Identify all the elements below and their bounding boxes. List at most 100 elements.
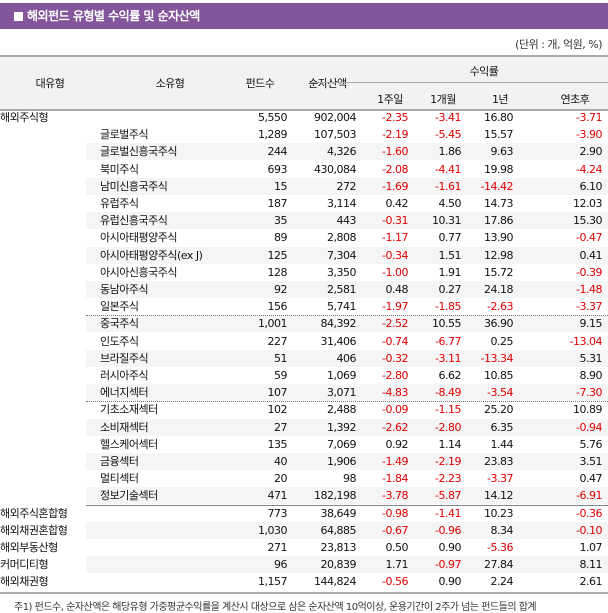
cell-assets: 2,488: [327, 403, 357, 417]
group-separator: [86, 401, 608, 403]
cell-major: 커머디티형: [0, 558, 49, 572]
cell-minor: 유럽주식: [100, 197, 139, 210]
cell-minor: 글로벌주식: [100, 128, 149, 142]
cell-y1: 23.83: [484, 455, 514, 468]
cell-count: 1,001: [258, 317, 288, 331]
cell-m1: 1.14: [438, 437, 462, 451]
cell-w1: -0.32: [382, 351, 408, 365]
cell-w1: -1.60: [382, 145, 408, 159]
cell-y1: 25.20: [484, 403, 514, 417]
cell-assets: 182,198: [314, 489, 357, 503]
cell-w1: -0.98: [382, 506, 408, 520]
table-row: 해외주식혼합형 773 38,649 -0.98 -1.41 10.23 -0.36: [0, 505, 608, 522]
cell-y1: 36.90: [484, 317, 514, 331]
cell-minor: 북미주식: [100, 162, 139, 176]
cell-ytd: 5.31: [579, 351, 603, 365]
table-row: 소비재섹터 27 1,392 -2.62 -2.80 6.35 -0.94: [0, 418, 608, 436]
table-row: 북미주식 693 430,084 -2.08 -4.41 19.98 -4.24: [0, 161, 608, 178]
cell-minor: 중국주식: [100, 317, 139, 331]
cell-m1: 1.51: [438, 248, 462, 262]
cell-assets: 64,885: [320, 523, 357, 537]
table-row: 해외부동산형 271 23,813 0.50 0.90 -5.36 1.07: [0, 539, 608, 556]
cell-m1: -3.41: [435, 111, 461, 124]
cell-y1: 24.18: [484, 283, 514, 296]
cell-count: 5,550: [258, 111, 288, 124]
cell-minor: 헬스케어섹터: [100, 437, 158, 451]
cell-w1: 0.50: [385, 541, 409, 554]
table-row: 동남아주식 92 2,581 0.48 0.27 24.18 -1.48: [0, 281, 608, 298]
cell-count: 59: [274, 369, 288, 382]
cell-y1: 2.24: [490, 575, 514, 589]
cell-ytd: 9.15: [579, 317, 603, 331]
cell-w1: -1.97: [382, 300, 408, 314]
cell-w1: -1.00: [382, 265, 408, 279]
cell-minor: 일본주식: [100, 300, 139, 314]
cell-ytd: 15.30: [573, 214, 603, 228]
cell-assets: 23,813: [320, 541, 357, 554]
cell-w1: -0.67: [382, 523, 408, 537]
cell-y1: -14.42: [480, 179, 514, 193]
cell-minor: 인도주식: [100, 334, 139, 348]
cell-m1: -1.15: [435, 403, 461, 417]
unit-label: (단위 : 개, 억원, %): [515, 38, 602, 51]
cell-count: 1,030: [258, 523, 288, 537]
cell-m1: -5.87: [435, 489, 461, 503]
cell-ytd: -0.10: [576, 523, 602, 537]
cell-minor: 정보기술섹터: [100, 489, 158, 503]
cell-w1: 0.42: [385, 197, 409, 210]
cell-minor: 러시아주식: [100, 369, 149, 382]
cell-count: 35: [274, 214, 288, 228]
table-row: 글로벌신흥국주식 244 4,326 -1.60 1.86 9.63 2.90: [0, 143, 608, 161]
cell-assets: 144,824: [314, 575, 357, 589]
cell-count: 20: [274, 472, 288, 486]
cell-minor: 아시아신흥국주식: [100, 265, 177, 279]
cell-count: 40: [274, 455, 288, 468]
cell-assets: 272: [336, 179, 357, 193]
cell-ytd: 3.51: [579, 455, 603, 468]
cell-y1: 17.86: [484, 214, 514, 228]
table-row: 에너지섹터 107 3,071 -4.83 -8.49 -3.54 -7.30: [0, 384, 608, 402]
cell-assets: 406: [336, 351, 357, 365]
cell-count: 693: [267, 162, 288, 176]
cell-count: 128: [267, 265, 288, 279]
cell-count: 92: [274, 283, 288, 296]
cell-assets: 5,741: [327, 300, 357, 314]
cell-m1: -1.61: [435, 179, 461, 193]
cell-assets: 3,071: [327, 386, 357, 400]
cell-minor: 에너지섹터: [100, 386, 149, 400]
cell-m1: -4.41: [435, 162, 461, 176]
header-1month: 1개월: [430, 93, 456, 106]
cell-minor: 유럽신흥국주식: [100, 214, 168, 228]
cell-m1: -0.97: [435, 558, 461, 572]
cell-m1: -5.45: [435, 128, 461, 142]
cell-y1: 8.34: [490, 523, 514, 537]
table-row: 아시아신흥국주식 128 3,350 -1.00 1.91 15.72 -0.39: [0, 264, 608, 281]
cell-count: 244: [267, 145, 288, 159]
cell-m1: -0.96: [435, 523, 461, 537]
cell-count: 15: [274, 179, 288, 193]
cell-ytd: -13.04: [569, 334, 603, 348]
table-row: 유럽신흥국주식 35 443 -0.31 10.31 17.86 15.30: [0, 212, 608, 230]
cell-count: 187: [267, 197, 288, 210]
cell-w1: -0.56: [382, 575, 408, 589]
group-separator: [86, 315, 608, 317]
cell-count: 27: [274, 420, 288, 434]
cell-m1: 0.77: [438, 231, 462, 245]
cell-assets: 98: [343, 472, 357, 486]
cell-count: 773: [267, 506, 288, 520]
cell-y1: 16.80: [484, 111, 514, 124]
cell-assets: 107,503: [314, 128, 357, 142]
cell-ytd: -0.47: [576, 231, 602, 245]
cell-assets: 3,350: [327, 265, 357, 279]
title-bar: 해외펀드 유형별 수익률 및 순자산액: [0, 3, 608, 29]
cell-assets: 443: [336, 214, 357, 228]
table-row: 중국주식 1,001 84,392 -2.52 10.55 36.90 9.15: [0, 315, 608, 333]
cell-ytd: 6.10: [579, 179, 603, 193]
cell-assets: 20,839: [320, 558, 357, 572]
header-returns: 수익률: [469, 65, 499, 78]
cell-assets: 84,392: [320, 317, 357, 331]
cell-y1: 15.57: [484, 128, 514, 142]
cell-count: 89: [274, 231, 288, 245]
table-header: 대유형 소유형 펀드수 순자산액 수익률 1주일 1개월 1년 연초후: [0, 55, 608, 111]
cell-count: 271: [267, 541, 288, 554]
